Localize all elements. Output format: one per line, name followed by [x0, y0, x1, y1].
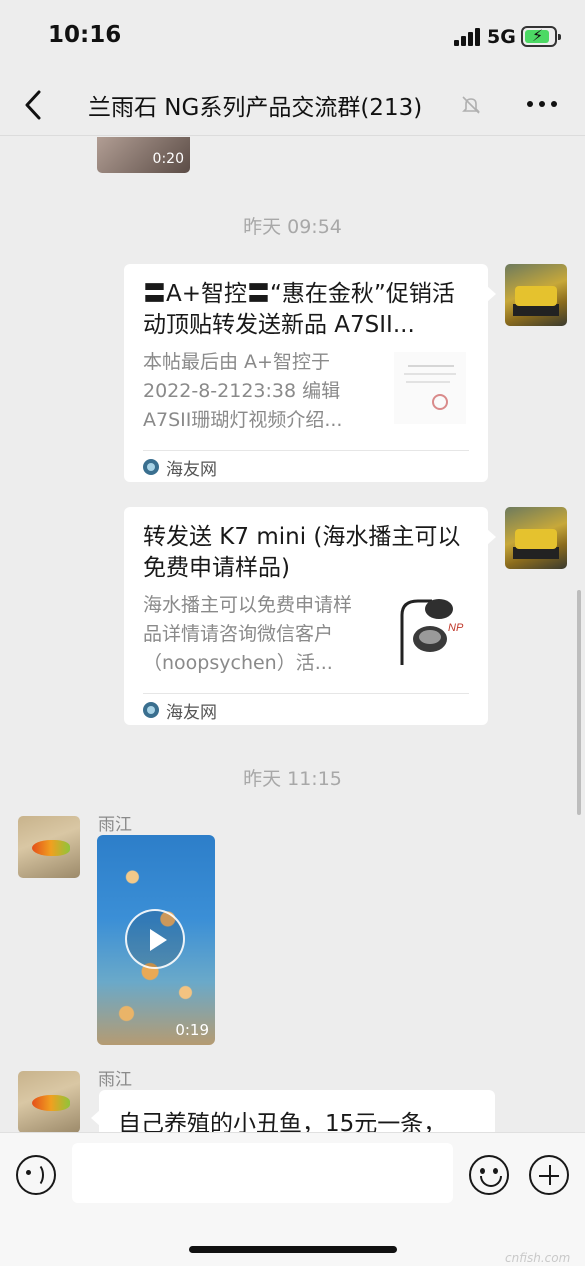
- video-duration: 0:20: [152, 151, 184, 167]
- card-source-name: 海友网: [166, 459, 217, 480]
- avatar[interactable]: [18, 1071, 80, 1132]
- status-bar: 10:16 5G ⚡: [0, 0, 585, 74]
- message-input[interactable]: [72, 1143, 453, 1203]
- emoji-icon[interactable]: [469, 1155, 509, 1195]
- voice-icon[interactable]: [16, 1155, 56, 1195]
- input-bar: cnfish.com: [0, 1132, 585, 1266]
- svg-text:NP: NP: [448, 622, 464, 634]
- more-dots-icon[interactable]: [527, 98, 559, 110]
- chevron-left-icon[interactable]: [20, 88, 50, 122]
- card-description: 本帖最后由 A+智控于 2022-8-2123:38 编辑 A7SII珊瑚灯视频…: [143, 351, 343, 431]
- play-icon[interactable]: [125, 909, 185, 969]
- mute-bell-icon: [462, 96, 480, 114]
- plus-icon[interactable]: [529, 1155, 569, 1195]
- scrollbar[interactable]: [577, 590, 581, 815]
- card-source: 海友网: [143, 454, 217, 480]
- video-message[interactable]: 0:20: [97, 137, 190, 173]
- message-text: 自己养殖的小丑鱼，15元一条，: [118, 1111, 447, 1132]
- video-message[interactable]: 0:19: [97, 835, 215, 1045]
- text-message[interactable]: 自己养殖的小丑鱼，15元一条，: [91, 1090, 495, 1132]
- link-card-message[interactable]: 〓A+智控〓“惠在金秋”促销活动顶贴转发送新品 A7SII... 本帖最后由 A…: [124, 264, 496, 482]
- source-logo-icon: [143, 459, 159, 475]
- card-source: 海友网: [143, 697, 217, 723]
- timestamp: 昨天 09:54: [243, 216, 342, 238]
- chat-message-list[interactable]: 0:20 昨天 09:54 〓A+智控〓“惠在金秋”促销活动顶贴转发送新品 A7…: [0, 137, 585, 1132]
- watermark: cnfish.com: [505, 1251, 571, 1265]
- link-card-message[interactable]: 转发送 K7 mini (海水播主可以免费申请样品) 海水播主可以免费申请样品详…: [124, 507, 496, 725]
- card-thumbnail: NP: [394, 595, 466, 667]
- source-logo-icon: [143, 702, 159, 718]
- home-indicator: [189, 1246, 397, 1253]
- signal-icon: [454, 28, 480, 46]
- chat-title[interactable]: 兰雨石 NG系列产品交流群(213): [88, 88, 422, 122]
- card-source-name: 海友网: [166, 702, 217, 723]
- card-thumbnail: [394, 352, 466, 424]
- timestamp: 昨天 11:15: [243, 768, 342, 790]
- card-title: 〓A+智控〓“惠在金秋”促销活动顶贴转发送新品 A7SII...: [143, 281, 455, 338]
- battery-charging-icon: ⚡: [521, 26, 561, 47]
- avatar[interactable]: [18, 816, 80, 878]
- video-duration: 0:19: [175, 1021, 209, 1039]
- card-title: 转发送 K7 mini (海水播主可以免费申请样品): [143, 524, 461, 581]
- status-time: 10:16: [48, 22, 122, 48]
- network-type: 5G: [487, 26, 516, 48]
- sender-name: 雨江: [98, 815, 132, 835]
- sender-name: 雨江: [98, 1070, 132, 1090]
- chat-header: 兰雨石 NG系列产品交流群(213): [0, 74, 585, 136]
- avatar[interactable]: [505, 507, 567, 569]
- avatar[interactable]: [505, 264, 567, 326]
- card-description: 海水播主可以免费申请样品详情请咨询微信客户（noopsychen）活...: [143, 594, 353, 674]
